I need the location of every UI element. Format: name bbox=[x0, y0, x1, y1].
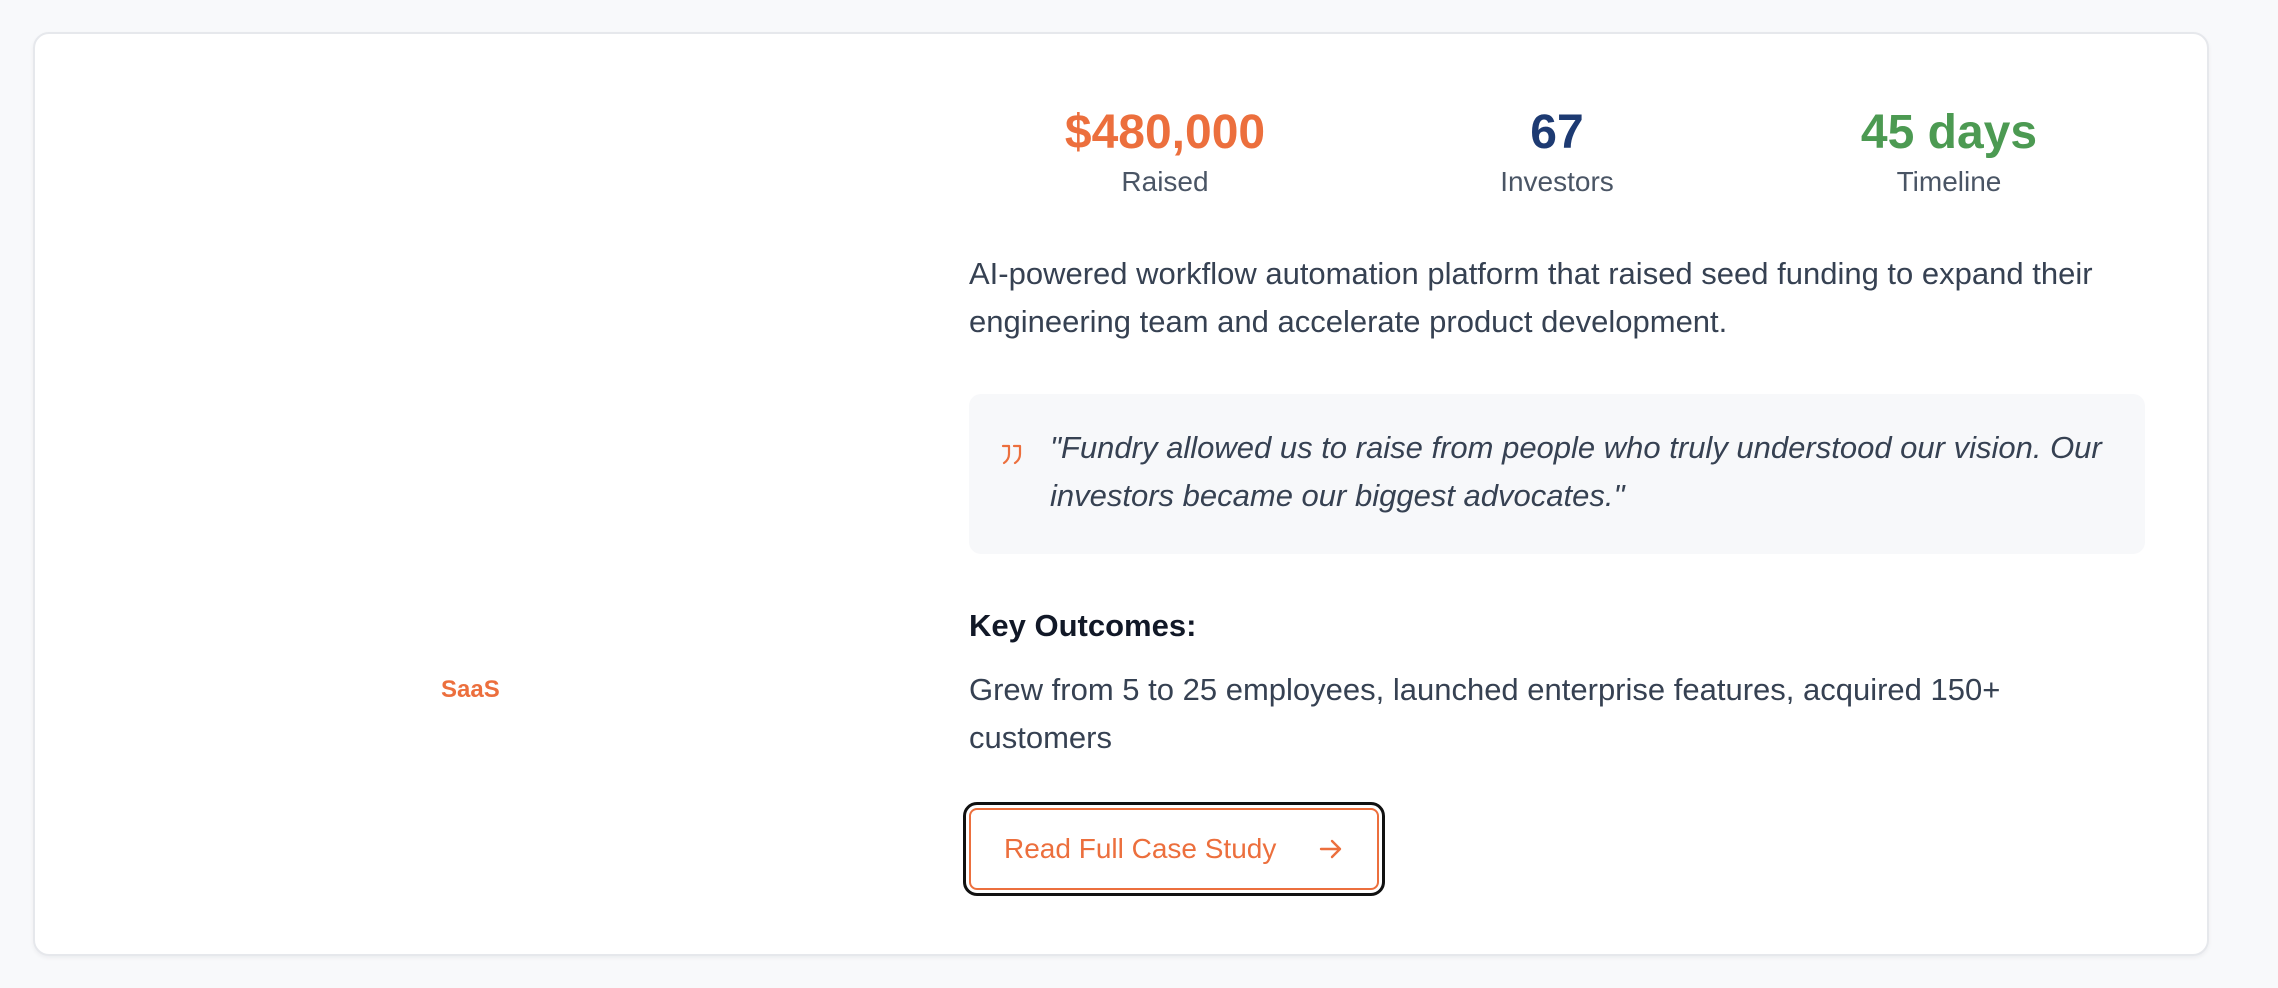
case-study-image-panel: SaaS bbox=[35, 34, 935, 954]
key-outcomes-heading: Key Outcomes: bbox=[969, 608, 1197, 643]
stat-investors: 67 Investors bbox=[1361, 104, 1753, 200]
stat-timeline: 45 days Timeline bbox=[1753, 104, 2145, 200]
arrow-right-icon bbox=[1319, 839, 1342, 859]
stat-label: Timeline bbox=[1896, 166, 2002, 197]
case-study-card: SaaS $480,000 Raised 67 Investors 45 day… bbox=[33, 32, 2209, 956]
read-case-study-label: Read Full Case Study bbox=[1004, 833, 1277, 864]
category-tag: SaaS bbox=[441, 676, 500, 703]
case-study-description: AI-powered workflow automation platform … bbox=[969, 256, 2093, 339]
stat-label: Raised bbox=[1121, 166, 1209, 197]
read-case-study-button[interactable]: Read Full Case Study bbox=[963, 802, 1385, 896]
case-study-details: $480,000 Raised 67 Investors 45 days Tim… bbox=[963, 34, 2145, 954]
stat-label: Investors bbox=[1500, 166, 1614, 197]
stat-value: 67 bbox=[1530, 106, 1584, 159]
key-outcomes-text: Grew from 5 to 25 employees, launched en… bbox=[969, 672, 2001, 755]
stat-raised: $480,000 Raised bbox=[969, 104, 1361, 200]
stat-value: $480,000 bbox=[1064, 106, 1266, 159]
testimonial-quote: "Fundry allowed us to raise from people … bbox=[969, 394, 2145, 554]
stats-row: $480,000 Raised 67 Investors 45 days Tim… bbox=[969, 104, 2145, 214]
stat-value: 45 days bbox=[1860, 106, 2038, 159]
quote-text: "Fundry allowed us to raise from people … bbox=[1050, 430, 2102, 513]
quote-icon bbox=[1001, 444, 1022, 465]
